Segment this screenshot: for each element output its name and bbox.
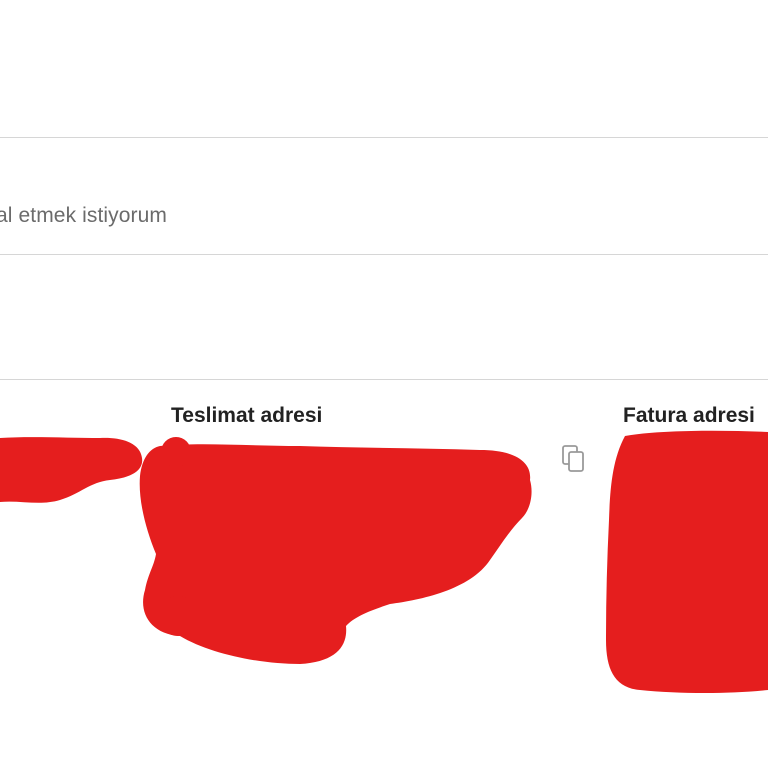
redaction-billing-address [606, 430, 768, 693]
redaction-marks [0, 430, 768, 693]
redaction-left [0, 437, 143, 503]
order-details-page: al etmek istiyorum Teslimat adresi Fatur… [0, 0, 768, 768]
address-section-divider [0, 379, 768, 380]
billing-address-title: Fatura adresi [623, 404, 755, 427]
middle-divider [0, 254, 768, 255]
copy-address-button[interactable] [560, 443, 590, 475]
copy-icon [562, 445, 584, 472]
cancel-option-text[interactable]: al etmek istiyorum [0, 204, 167, 228]
redaction-delivery-address [139, 444, 532, 664]
top-divider [0, 137, 768, 138]
delivery-address-title: Teslimat adresi [171, 404, 323, 427]
